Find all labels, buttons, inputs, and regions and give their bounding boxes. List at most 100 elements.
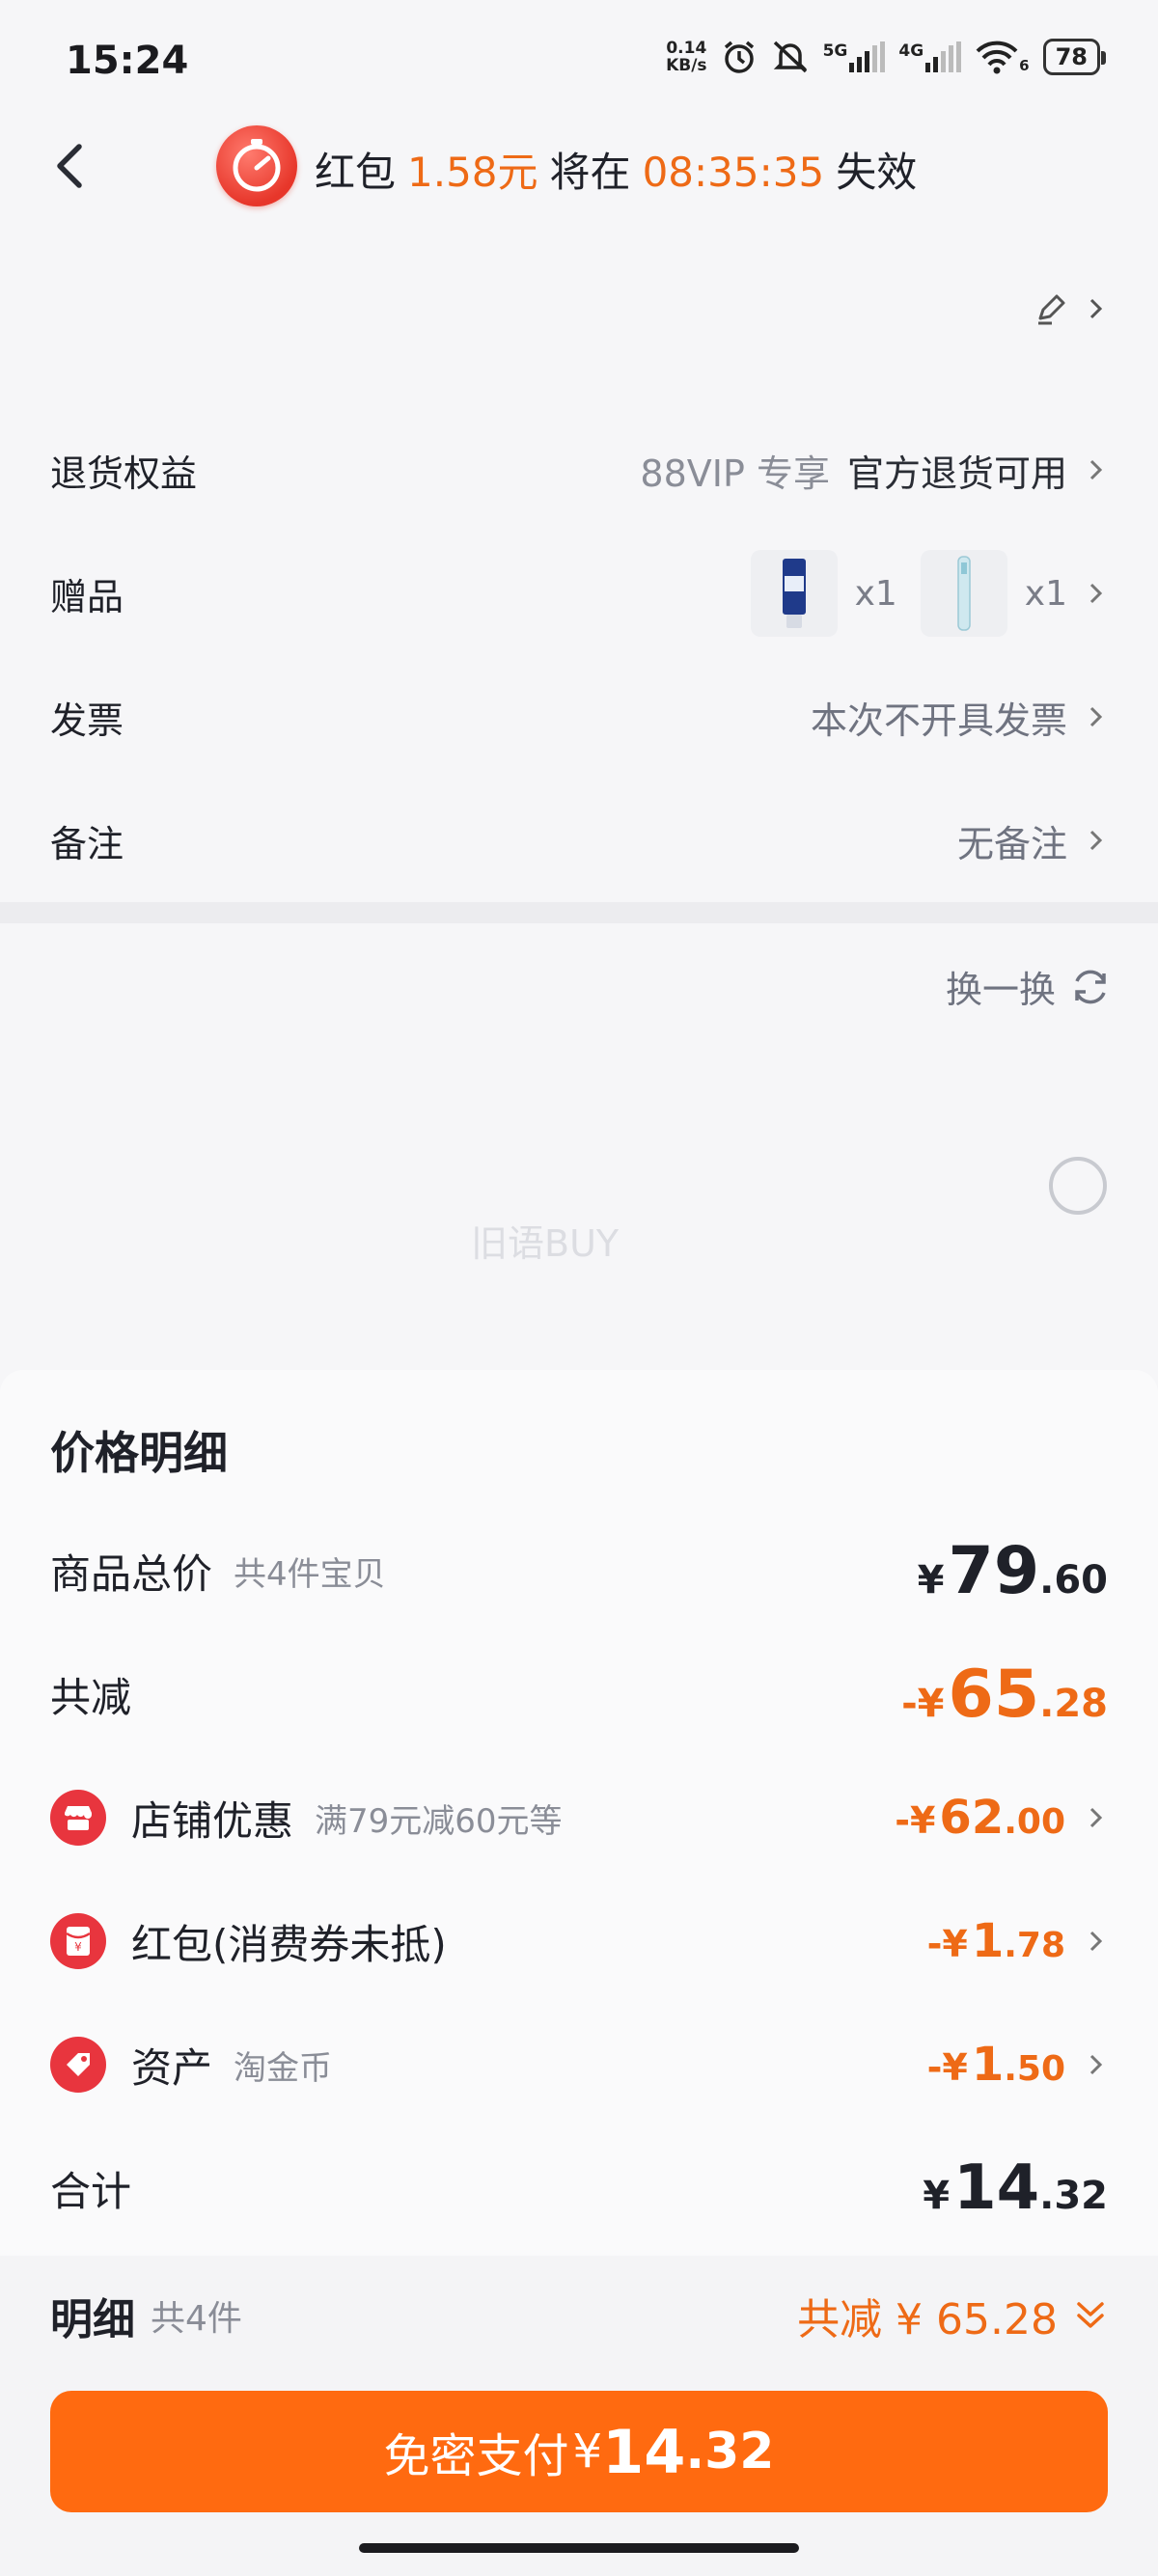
price-detail-title: 价格明细: [50, 1427, 228, 1479]
chevron-right-icon: [1089, 459, 1103, 480]
net-speed: 0.14 KB/s: [666, 40, 706, 74]
battery-indicator: 78: [1042, 39, 1107, 75]
detail-toggle[interactable]: 明细 共4件 共减 ¥ 65.28: [50, 2277, 1108, 2354]
chevron-right-icon: [1089, 583, 1103, 604]
sum-amount: ¥ 14 .32: [923, 2152, 1108, 2224]
red-packet-expiry-banner: 红包 1.58元 将在 08:35:35 失效: [315, 140, 917, 199]
wifi-sub-label: 6: [1019, 57, 1030, 74]
signal-4g-label: 4G: [898, 41, 924, 61]
amount-decimal: .28: [1039, 1681, 1108, 1726]
shop-discount-label: 店铺优惠: [131, 1796, 294, 1845]
amount-decimal: .60: [1039, 1557, 1108, 1603]
pay-button[interactable]: 免密支付 ¥ 14 .32: [50, 2391, 1108, 2512]
wifi-icon: [976, 41, 1018, 74]
mute-bell-icon: [773, 41, 807, 73]
row-invoice[interactable]: 发票 本次不开具发票: [0, 664, 1158, 770]
swap-button[interactable]: 换一换: [946, 960, 1112, 1013]
banner-amount: 1.58元: [407, 149, 538, 196]
swap-label: 换一换: [945, 969, 1056, 1011]
row-sum: 合计 ¥ 14 .32: [50, 2145, 1108, 2232]
alarm-icon: [724, 41, 754, 73]
return-rights-label: 退货权益: [50, 452, 198, 495]
amount-integer: 62: [939, 1791, 1005, 1845]
status-icons: 0.14 KB/s 5G 4G 6 78: [666, 39, 1107, 75]
remark-value: 无备注: [957, 814, 1108, 867]
edit-address-button[interactable]: [1033, 289, 1108, 328]
currency-symbol: -¥: [901, 1681, 945, 1726]
remark-label: 备注: [50, 822, 124, 865]
signal-5g: 5G: [823, 41, 886, 72]
refresh-icon: [1075, 970, 1106, 1003]
asset-tag-icon: [50, 2037, 106, 2093]
row-assets[interactable]: 资产 淘金币 -¥ 1 .50: [50, 2021, 1108, 2108]
gift-quantity: x1: [854, 573, 897, 614]
net-speed-unit: KB/s: [666, 56, 707, 75]
pay-amount-integer: 14: [602, 2416, 686, 2487]
red-packet-icon: ¥: [50, 1913, 106, 1969]
amount-decimal: .32: [1039, 2174, 1108, 2218]
row-gifts[interactable]: 赠品 x1 x1: [0, 540, 1158, 646]
currency-symbol: -¥: [895, 1799, 936, 1842]
amount-integer: 1: [971, 2038, 1005, 2092]
edit-pencil-icon: [1038, 294, 1065, 325]
home-indicator[interactable]: [359, 2543, 799, 2553]
chevron-right-icon: [1089, 830, 1103, 851]
asset-amount: -¥ 1 .50: [927, 2038, 1065, 2092]
row-remark[interactable]: 备注 无备注: [0, 787, 1158, 893]
gift-quantity: x1: [1024, 573, 1067, 614]
red-packet-amount: -¥ 1 .78: [927, 1914, 1065, 1968]
currency-symbol: ¥: [917, 1557, 945, 1603]
net-speed-value: 0.14: [666, 39, 707, 58]
amount-decimal: .50: [1004, 2049, 1065, 2089]
goods-count: 共4件宝贝: [234, 1554, 386, 1594]
shop-discount-desc: 满79元减60元等: [315, 1801, 563, 1841]
shop-icon: [50, 1790, 106, 1846]
return-rights-value: 88VIP 专享 官方退货可用: [640, 444, 1108, 497]
row-shop-discount[interactable]: 店铺优惠 满79元减60元等 -¥ 62 .00: [50, 1774, 1108, 1861]
row-red-packet[interactable]: ¥ 红包(消费券未抵) -¥ 1 .78: [50, 1898, 1108, 1985]
gifts-label: 赠品: [50, 575, 124, 618]
detail-count: 共4件: [151, 2299, 242, 2339]
return-rights-status: 官方退货可用: [846, 452, 1067, 495]
gifts-list: x1 x1: [750, 550, 1108, 637]
invoice-value: 本次不开具发票: [811, 691, 1108, 744]
goods-total-label: 商品总价: [50, 1549, 213, 1598]
select-radio[interactable]: [1049, 1157, 1107, 1215]
detail-reduction: 共减 ¥ 65.28: [797, 2285, 1108, 2346]
gift-thumbnail: [920, 550, 1007, 637]
pay-currency: ¥: [572, 2425, 603, 2479]
pay-amount-decimal: .32: [685, 2423, 775, 2480]
currency-symbol: -¥: [926, 2046, 968, 2089]
amount-decimal: .78: [1004, 1926, 1065, 1965]
watermark: 旧语BUY: [471, 1222, 620, 1265]
section-divider: [0, 902, 1158, 923]
asset-label: 资产: [131, 2043, 213, 2092]
amount-integer: 1: [971, 1914, 1005, 1968]
double-chevron-down-icon: [1077, 2302, 1104, 2328]
chevron-right-icon: [1089, 298, 1103, 319]
banner-suffix: 失效: [836, 149, 918, 196]
amount-integer: 14: [953, 2152, 1040, 2224]
row-return-rights[interactable]: 退货权益 88VIP 专享 官方退货可用: [0, 417, 1158, 523]
signal-5g-label: 5G: [822, 41, 848, 61]
wifi: 6: [975, 40, 1030, 74]
signal-bars-icon: [925, 41, 962, 72]
chevron-right-icon: [1089, 706, 1103, 727]
vip-tag: 88VIP 专享: [640, 452, 830, 495]
row-total-reduction: 共减 -¥ 65 .28: [50, 1651, 1108, 1738]
banner-countdown: 08:35:35: [642, 149, 825, 196]
signal-bars-icon: [849, 41, 886, 72]
red-packet-label: 红包(消费券未抵): [131, 1920, 447, 1968]
total-reduction-label: 共减: [50, 1673, 132, 1721]
row-goods-total: 商品总价 共4件宝贝 ¥ 79 .60: [50, 1527, 1108, 1614]
sum-label: 合计: [50, 2167, 132, 2215]
banner-prefix: 红包: [315, 149, 397, 196]
back-button[interactable]: [41, 137, 98, 195]
svg-text:¥: ¥: [74, 1940, 82, 1954]
chevron-left-icon: [57, 144, 82, 188]
chevron-right-icon: [1089, 1931, 1103, 1952]
goods-total-amount: ¥ 79 .60: [918, 1533, 1108, 1609]
signal-4g: 4G: [898, 41, 962, 72]
pay-button-label: 免密支付: [383, 2429, 569, 2483]
status-time: 15:24: [66, 39, 189, 83]
